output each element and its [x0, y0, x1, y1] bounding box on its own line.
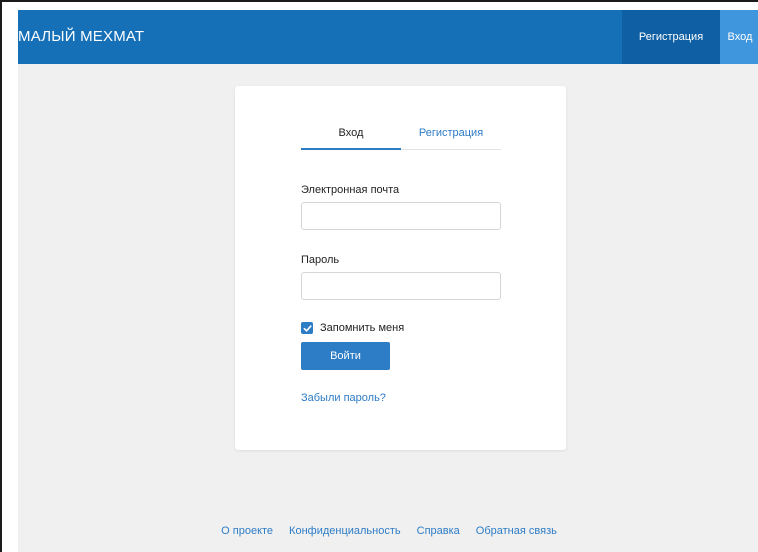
footer-link-help[interactable]: Справка: [417, 525, 460, 539]
nav-login-button[interactable]: Вход: [720, 10, 758, 64]
email-field[interactable]: [301, 202, 501, 230]
auth-tabs: Вход Регистрация: [301, 124, 501, 150]
forgot-password-link[interactable]: Забыли пароль?: [301, 392, 386, 404]
email-label: Электронная почта: [301, 184, 400, 196]
footer-link-feedback[interactable]: Обратная связь: [476, 525, 557, 539]
brand-logo[interactable]: МАЛЫЙ МЕХМАТ: [18, 10, 144, 64]
remember-me-checkbox[interactable]: [301, 322, 313, 334]
top-navbar: МАЛЫЙ МЕХМАТ Регистрация Вход: [18, 10, 758, 64]
remember-me-label: Запомнить меня: [320, 322, 405, 334]
window-frame: МАЛЫЙ МЕХМАТ Регистрация Вход Вход Регис…: [0, 0, 758, 552]
check-icon: [303, 324, 312, 332]
password-field[interactable]: [301, 272, 501, 300]
nav-register-button[interactable]: Регистрация: [622, 10, 720, 64]
footer-link-privacy[interactable]: Конфиденциальность: [289, 525, 401, 539]
login-card: Вход Регистрация Электронная почта Парол…: [235, 86, 566, 450]
login-submit-button[interactable]: Войти: [301, 342, 390, 370]
tab-login[interactable]: Вход: [301, 124, 401, 150]
password-label: Пароль: [301, 254, 340, 266]
tab-register[interactable]: Регистрация: [401, 124, 501, 150]
footer-links: О проекте Конфиденциальность Справка Обр…: [18, 525, 758, 539]
footer-link-about[interactable]: О проекте: [221, 525, 273, 539]
page: МАЛЫЙ МЕХМАТ Регистрация Вход Вход Регис…: [18, 10, 758, 552]
remember-me-checkbox-row[interactable]: Запомнить меня: [301, 322, 404, 334]
